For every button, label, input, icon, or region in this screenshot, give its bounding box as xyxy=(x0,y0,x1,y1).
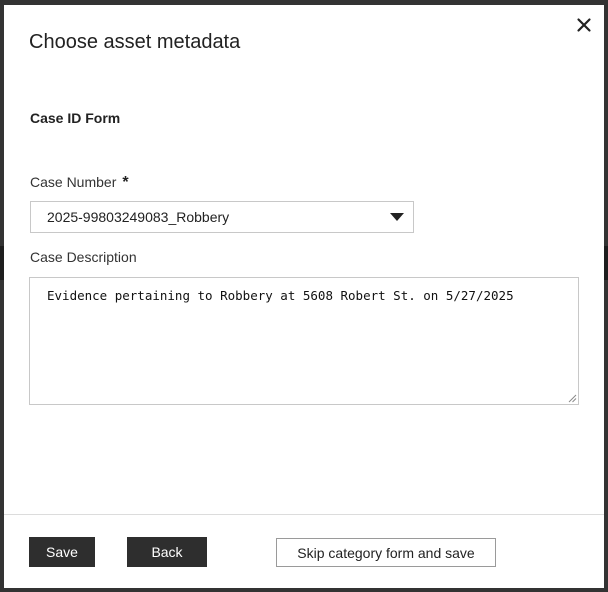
form-title: Case ID Form xyxy=(30,110,121,126)
back-button[interactable]: Back xyxy=(127,537,207,567)
asset-metadata-dialog: Choose asset metadata Case ID Form Case … xyxy=(4,5,604,588)
caret-down-icon xyxy=(390,213,404,221)
case-description-value: Evidence pertaining to Robbery at 5608 R… xyxy=(47,288,514,303)
required-marker: * xyxy=(122,174,129,191)
dialog-title: Choose asset metadata xyxy=(29,31,241,53)
footer-divider xyxy=(4,514,604,515)
close-icon xyxy=(577,18,591,32)
case-number-label-text: Case Number xyxy=(30,174,117,190)
resize-handle-icon[interactable] xyxy=(568,394,577,403)
case-number-label: Case Number * xyxy=(30,174,129,191)
close-button[interactable] xyxy=(572,13,596,37)
case-description-label: Case Description xyxy=(30,249,137,265)
skip-category-form-button[interactable]: Skip category form and save xyxy=(276,538,496,567)
case-number-selected-value: 2025-99803249083_Robbery xyxy=(47,209,230,225)
save-button[interactable]: Save xyxy=(29,537,95,567)
case-number-select[interactable]: 2025-99803249083_Robbery xyxy=(30,201,414,233)
case-description-textarea[interactable]: Evidence pertaining to Robbery at 5608 R… xyxy=(29,277,579,405)
